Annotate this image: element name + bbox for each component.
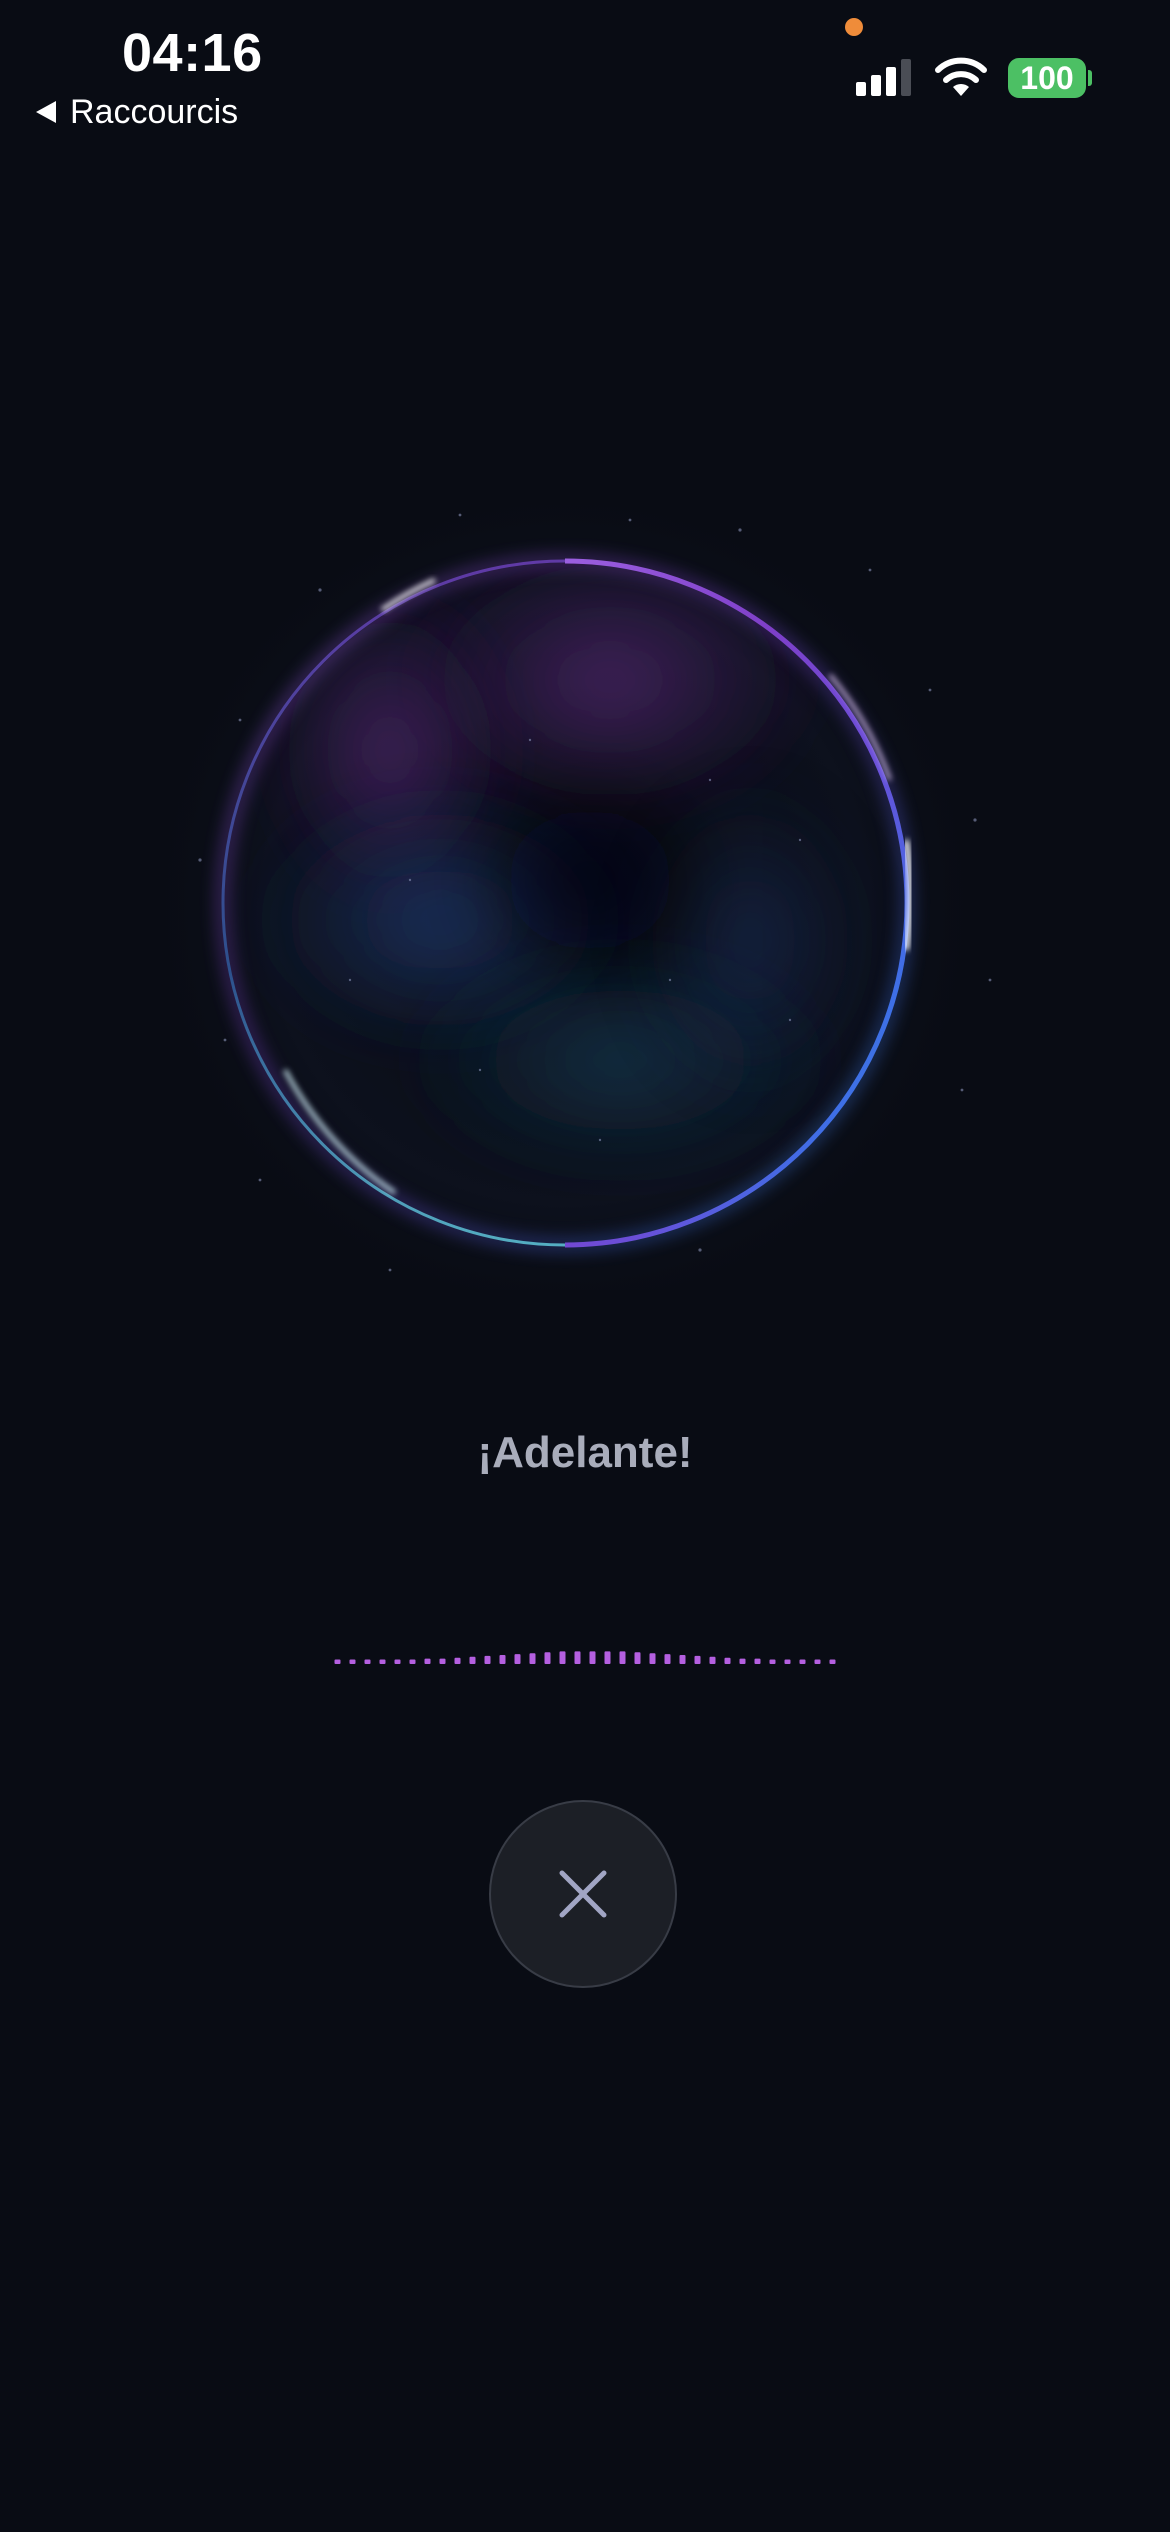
audio-waveform xyxy=(334,1651,836,1664)
battery-icon: 100 xyxy=(1008,58,1086,98)
waveform-bar xyxy=(634,1652,641,1664)
waveform-bar xyxy=(439,1658,446,1664)
waveform-bar xyxy=(739,1658,746,1664)
battery-tip xyxy=(1088,70,1092,86)
waveform-bar xyxy=(709,1656,716,1664)
waveform-bar xyxy=(754,1658,761,1664)
status-time: 04:16 xyxy=(122,23,263,83)
waveform-bar xyxy=(424,1658,431,1664)
waveform-bar xyxy=(814,1659,821,1664)
close-button[interactable] xyxy=(489,1800,677,1988)
waveform-bar xyxy=(619,1651,626,1664)
assistant-orb xyxy=(150,473,995,1290)
waveform-bar xyxy=(334,1659,341,1664)
waveform-bar xyxy=(784,1659,791,1664)
waveform-bar xyxy=(454,1657,461,1664)
waveform-bar xyxy=(679,1655,686,1664)
waveform-bar xyxy=(574,1651,581,1664)
waveform-bar xyxy=(769,1659,776,1664)
waveform-bar xyxy=(469,1656,476,1664)
battery-level: 100 xyxy=(1020,59,1074,96)
wifi-icon xyxy=(935,57,987,96)
assistant-prompt: ¡Adelante! xyxy=(477,1428,693,1477)
waveform-bar xyxy=(589,1651,596,1664)
waveform-bar xyxy=(364,1659,371,1664)
waveform-bar xyxy=(379,1659,386,1664)
waveform-bar xyxy=(724,1657,731,1664)
waveform-bar xyxy=(409,1659,416,1664)
waveform-bar xyxy=(349,1659,356,1664)
back-to-shortcuts-link[interactable]: Raccourcis xyxy=(36,90,238,134)
waveform-bar xyxy=(499,1655,506,1664)
waveform-bar xyxy=(484,1655,491,1664)
close-icon xyxy=(559,1870,607,1918)
waveform-bar xyxy=(829,1659,836,1664)
waveform-bar xyxy=(514,1654,521,1664)
waveform-bar xyxy=(529,1653,536,1664)
back-link-label: Raccourcis xyxy=(70,92,239,131)
waveform-bar xyxy=(604,1651,611,1664)
waveform-bar xyxy=(394,1659,401,1664)
voice-assistant-screen: 04:16 Raccourcis 100 ¡Adelante! xyxy=(0,0,1170,2532)
cellular-signal-icon xyxy=(856,58,914,96)
microphone-in-use-indicator xyxy=(845,18,863,36)
waveform-bar xyxy=(544,1652,551,1664)
waveform-bar xyxy=(559,1651,566,1664)
waveform-bar xyxy=(649,1653,656,1664)
waveform-bar xyxy=(694,1655,701,1664)
waveform-bar xyxy=(799,1659,806,1664)
back-triangle-icon xyxy=(36,101,56,123)
waveform-bar xyxy=(664,1654,671,1664)
